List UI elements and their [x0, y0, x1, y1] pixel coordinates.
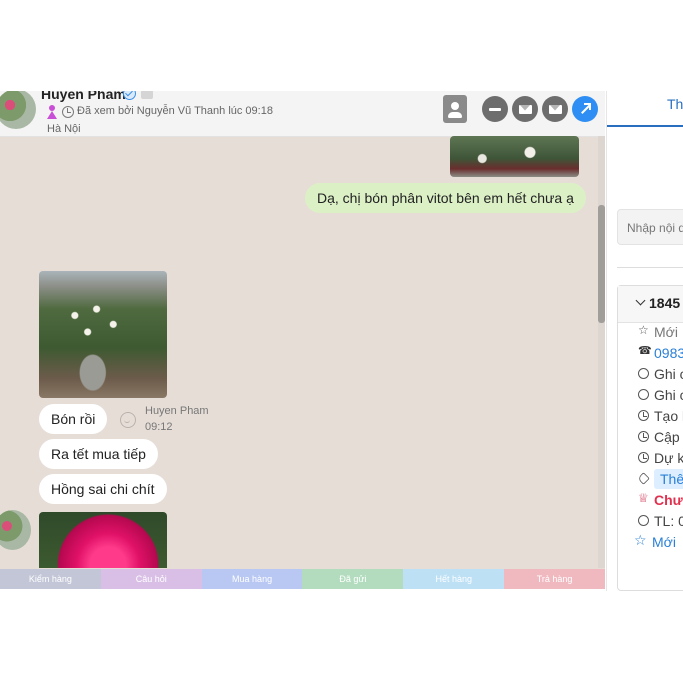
gauge-icon [638, 515, 649, 526]
clock-icon [638, 431, 649, 442]
star-outline-icon: ☆ [638, 323, 649, 337]
comment-icon [638, 389, 649, 400]
chat-header: Huyen Pham Đã xem bởi Nguyễn Vũ Thanh lú… [0, 91, 605, 137]
chat-scrollbar-track[interactable] [598, 136, 605, 568]
clock-icon [638, 452, 649, 463]
message-bubble-incoming[interactable]: Ra tết mua tiếp [39, 439, 158, 469]
open-external-button[interactable] [572, 96, 598, 122]
tab-info[interactable]: Th [667, 96, 683, 112]
order-card-header[interactable]: 1845 [618, 286, 683, 323]
verified-icon [123, 91, 136, 100]
shirt-icon: ♕ [638, 491, 649, 505]
label-da-gui[interactable]: Đã gửi [302, 569, 404, 589]
mail-button[interactable] [512, 96, 538, 122]
tag-icon [141, 91, 153, 99]
label-kiem-hang[interactable]: Kiểm hàng [0, 569, 101, 589]
message-time: 09:12 [145, 421, 173, 433]
label-cau-hoi[interactable]: Câu hỏi [100, 569, 202, 589]
clock-icon [62, 106, 74, 118]
reaction-smile-icon[interactable] [120, 412, 136, 428]
contact-card-icon[interactable] [443, 95, 467, 123]
chat-scrollbar-thumb[interactable] [598, 205, 605, 323]
message-bubble-incoming[interactable]: Hồng sai chi chít [39, 474, 167, 504]
divider [617, 267, 683, 268]
label-het-hang[interactable]: Hết hàng [403, 569, 505, 589]
label-mua-hang[interactable]: Mua hàng [201, 569, 303, 589]
order-card: 1845 ☆ Mới ☎ 0983 Ghi c Ghi c Tạo l Cập … [617, 285, 683, 591]
active-tab-indicator [607, 125, 683, 127]
chat-panel: Huyen Pham Đã xem bởi Nguyễn Vũ Thanh lú… [0, 91, 605, 589]
contact-name[interactable]: Huyen Pham [41, 91, 126, 102]
message-bubble-incoming[interactable]: Bón rồi [39, 404, 108, 434]
note-input[interactable]: Nhập nội d [617, 209, 683, 245]
minimize-button[interactable] [482, 96, 508, 122]
chevron-down-icon [635, 295, 646, 306]
female-icon [47, 105, 57, 119]
sender-avatar[interactable] [0, 510, 31, 550]
message-image-pink-rose[interactable] [39, 512, 167, 568]
seen-status: Đã xem bởi Nguyễn Vũ Thanh lúc 09:18 [77, 105, 273, 117]
mail-icon [518, 104, 532, 114]
message-image-rose-garden[interactable] [39, 271, 167, 398]
arrow-up-right-icon [580, 103, 591, 114]
quick-label-bar: Kiểm hàng Câu hỏi Mua hàng Đã gửi Hết hà… [0, 569, 605, 589]
star-outline-icon: ☆ [634, 532, 647, 548]
mail-forward-icon [548, 104, 562, 114]
contact-location: Hà Nội [47, 123, 81, 135]
clock-icon [638, 410, 649, 421]
tag-icon [637, 472, 650, 485]
contact-avatar[interactable] [0, 91, 36, 129]
label-tra-hang[interactable]: Trả hàng [504, 569, 605, 589]
comment-icon [638, 368, 649, 379]
order-id: 1845 [649, 295, 681, 311]
sender-name: Huyen Pham [145, 405, 209, 417]
phone-icon: ☎ [638, 345, 652, 357]
customer-info-panel: Th Nhập nội d 1845 ☆ Mới ☎ 0983 Ghi c Gh… [606, 91, 683, 591]
message-image-garden-pot[interactable] [450, 136, 579, 177]
message-list[interactable]: Dạ, chị bón phân vitot bên em hết chưa ạ… [0, 136, 600, 568]
minus-icon [489, 107, 501, 111]
forward-mail-button[interactable] [542, 96, 568, 122]
message-bubble-outgoing[interactable]: Dạ, chị bón phân vitot bên em hết chưa ạ [305, 183, 586, 213]
